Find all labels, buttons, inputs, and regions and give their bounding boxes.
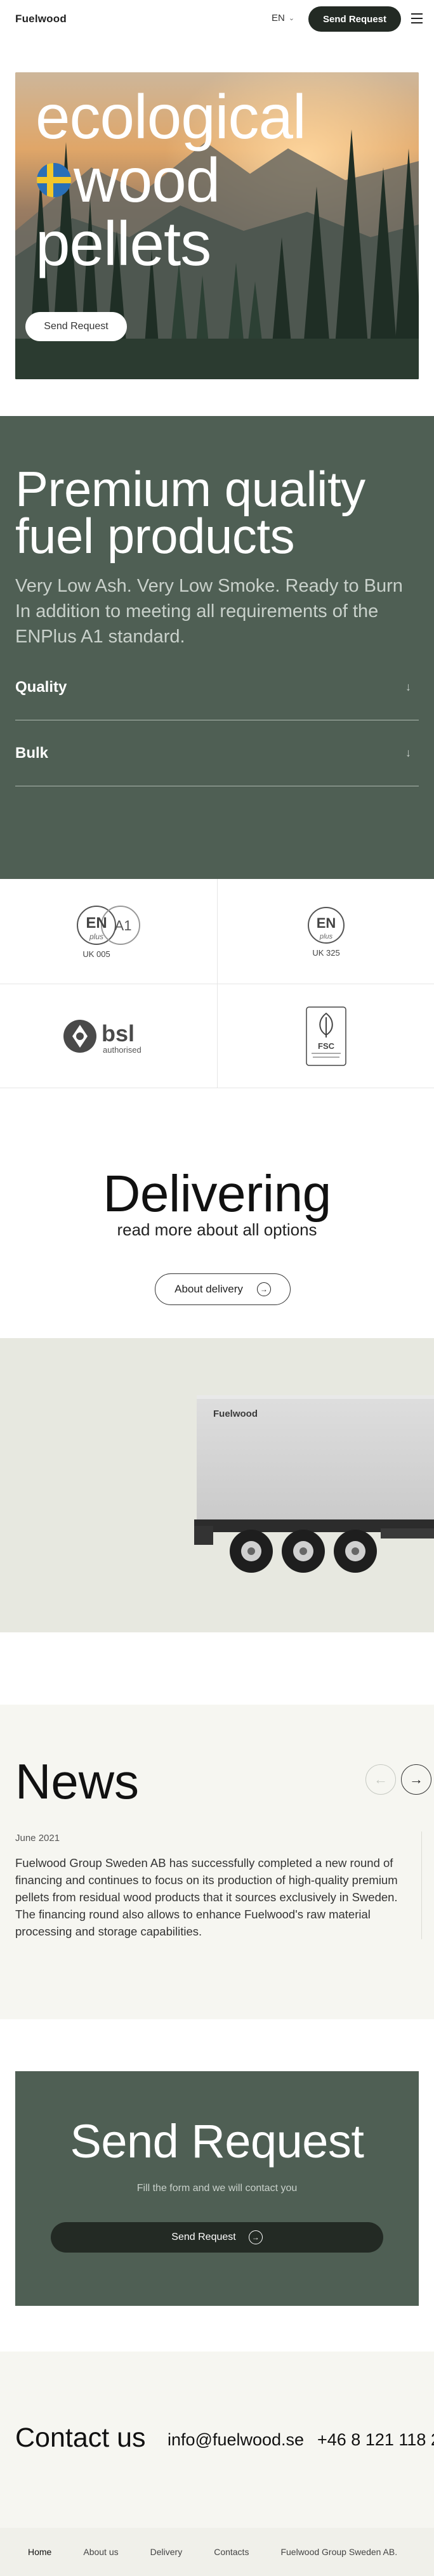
svg-text:plus: plus — [89, 932, 103, 941]
contact-email-link[interactable]: info@fuelwood.se — [168, 2430, 304, 2450]
arrow-right-icon: → — [409, 1771, 423, 1787]
bsl-text: bsl — [102, 1020, 135, 1046]
delivering-section: Delivering read more about all options A… — [0, 1088, 434, 1338]
fsc-certificate: FSC — [217, 984, 434, 1088]
truck-image: Fuelwood — [194, 1395, 434, 1573]
enplus-certificate: EN plus UK 325 — [217, 879, 434, 984]
language-label: EN — [272, 13, 285, 23]
accordion-item-quality[interactable]: Quality ↓ — [15, 654, 419, 720]
arrow-right-circle-icon: → — [248, 2230, 263, 2244]
request-send-label: Send Request — [171, 2232, 236, 2242]
news-next-button[interactable]: → — [401, 1764, 431, 1795]
hero-send-request-button[interactable]: Send Request — [25, 312, 127, 341]
accordion-label: Quality — [15, 678, 67, 696]
arrow-down-icon: ↓ — [405, 680, 411, 693]
accordion-label: Bulk — [15, 744, 49, 762]
contact-phone-link[interactable]: +46 8 121 118 26 — [317, 2430, 434, 2450]
delivering-title: Delivering — [103, 1165, 331, 1223]
accordion-item-bulk[interactable]: Bulk ↓ — [15, 720, 419, 786]
premium-title-line-2: fuel products — [15, 508, 295, 564]
enplus-a1-caption: UK 005 — [82, 949, 110, 959]
truck-image-section: Fuelwood — [0, 1338, 434, 1632]
arrow-down-icon: ↓ — [405, 746, 411, 759]
request-title: Send Request — [70, 2115, 364, 2168]
news-body: Fuelwood Group Sweden AB has successfull… — [15, 1856, 398, 1938]
hero-title-line-3: pellets — [36, 209, 211, 278]
request-section: Send Request Fill the form and we will c… — [0, 2019, 434, 2352]
request-card: Send Request Fill the form and we will c… — [15, 2071, 419, 2306]
contact-section: Contact us info@fuelwood.se +46 8 121 11… — [0, 2352, 434, 2528]
bsl-sub: authorised — [103, 1045, 141, 1055]
premium-title: Premium quality fuel products — [15, 461, 365, 564]
header-send-request-button[interactable]: Send Request — [308, 6, 401, 32]
sweden-flag-icon — [37, 163, 71, 197]
footer-link-home[interactable]: Home — [28, 2547, 51, 2557]
enplus-a1-certificate: EN plus A1 UK 005 — [0, 879, 217, 984]
premium-lead: Very Low Ash. Very Low Smoke. Ready to B… — [15, 576, 403, 647]
request-send-button[interactable]: Send Request → — [51, 2222, 383, 2253]
svg-text:EN: EN — [86, 914, 107, 932]
request-subtitle: Fill the form and we will contact you — [136, 2183, 298, 2194]
svg-text:plus: plus — [319, 933, 332, 940]
chevron-down-icon: ⌄ — [288, 15, 295, 22]
footer-link-company[interactable]: Fuelwood Group Sweden AB. — [280, 2547, 397, 2557]
news-section: News ← → June 2021 Fuelwood Group Sweden… — [0, 1705, 434, 2019]
premium-section: Premium quality fuel products Very Low A… — [0, 416, 434, 879]
certificates-grid: EN plus A1 UK 005 EN plus UK 325 bsl aut… — [0, 879, 434, 1088]
contact-title: Contact us — [15, 2423, 146, 2453]
language-selector[interactable]: EN ⌄ — [272, 13, 294, 23]
footer-link-about[interactable]: About us — [83, 2547, 118, 2557]
bsl-logo-icon: bsl authorised — [63, 1020, 141, 1055]
divider — [421, 1831, 422, 1939]
about-delivery-label: About delivery — [174, 1283, 243, 1295]
hero-banner: ecological wood pellets Send Request — [15, 72, 419, 379]
delivering-subtitle: read more about all options — [117, 1220, 317, 1239]
truck-brand-label: Fuelwood — [213, 1408, 258, 1419]
news-title: News — [15, 1753, 140, 1809]
bsl-certificate: bsl authorised — [0, 984, 217, 1088]
footer-nav: Home About us Delivery Contacts Fuelwood… — [0, 2528, 434, 2576]
fsc-text: FSC — [318, 1041, 335, 1051]
enplus-a1-logo-icon: EN plus A1 UK 005 — [77, 905, 140, 959]
enplus-caption: UK 325 — [312, 948, 339, 958]
hero-title: ecological wood pellets — [36, 85, 306, 275]
arrow-left-icon: ← — [374, 1771, 388, 1787]
arrow-right-circle-icon: → — [256, 1282, 271, 1296]
hero-title-line-2: wood — [74, 145, 220, 215]
svg-text:A1: A1 — [115, 918, 132, 933]
fsc-logo-icon: FSC — [305, 1006, 346, 1066]
footer-link-delivery[interactable]: Delivery — [150, 2547, 183, 2557]
news-date: June 2021 — [15, 1833, 60, 1844]
news-prev-button[interactable]: ← — [365, 1764, 396, 1795]
logo[interactable]: Fuelwood — [15, 13, 67, 25]
premium-title-line-1: Premium quality — [15, 461, 365, 517]
footer-link-contacts[interactable]: Contacts — [214, 2547, 249, 2557]
hero-title-line-1: ecological — [36, 82, 306, 152]
enplus-logo-icon: EN plus UK 325 — [307, 906, 345, 958]
svg-text:EN: EN — [316, 915, 336, 931]
menu-icon[interactable] — [411, 13, 423, 23]
about-delivery-button[interactable]: About delivery → — [155, 1273, 291, 1305]
